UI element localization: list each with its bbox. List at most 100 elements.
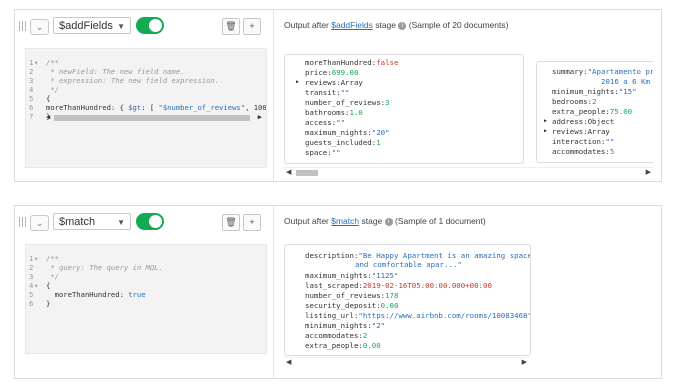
line-number: 2 — [29, 263, 34, 272]
stage-output-panel: Output after $addFields stage i (Sample … — [274, 10, 661, 181]
output-documents: description:"Be Happy Apartment is an am… — [284, 244, 653, 378]
code-string: "$number_of_reviews" — [158, 103, 246, 112]
line-number: 5 — [29, 290, 34, 299]
line-number: 3 — [29, 272, 34, 281]
fold-icon[interactable]: ▾ — [34, 58, 46, 67]
doc-field: extra_people:0.00 — [305, 341, 381, 350]
trash-icon: 🗑 — [225, 21, 237, 31]
delete-stage-button[interactable]: 🗑 — [222, 18, 240, 35]
output-header: Output after $addFields stage i (Sample … — [284, 20, 508, 30]
doc-field: bedrooms:2 — [552, 97, 597, 106]
output-header: Output after $match stage i (Sample of 1… — [284, 216, 486, 226]
expand-icon[interactable]: ▶ — [544, 128, 547, 134]
line-number: 3 — [29, 76, 34, 85]
doc-field-continued: and comfortable apar..." — [355, 260, 462, 269]
stage-header: ⌄ $addFields ▼ 🗑 + — [15, 10, 273, 40]
doc-field: extra_people:75.00 — [552, 107, 633, 116]
line-number: 6 — [29, 299, 34, 308]
stage-editor-panel: ⌄ $match ▼ 🗑 + 1 ▾/** 2 * query: The quer… — [15, 206, 274, 378]
stage-enabled-toggle[interactable] — [136, 213, 164, 230]
expand-icon[interactable]: ▶ — [296, 79, 299, 85]
doc-field[interactable]: ▶ address:Object — [544, 117, 614, 126]
scroll-left-icon[interactable]: ◀ — [286, 168, 291, 176]
doc-field: space:"" — [305, 148, 341, 157]
doc-field-continued: 2016 a 6 Km do — [601, 77, 653, 86]
scroll-left-icon[interactable]: ◀ — [46, 113, 50, 121]
code-text: moreThanHundred: { $gt: [ "$number_of_re… — [46, 103, 267, 112]
doc-field: accommodates:2 — [305, 331, 368, 340]
doc-field: minimum_nights:"2" — [305, 321, 386, 330]
scrollbar-thumb[interactable] — [54, 115, 250, 121]
scroll-right-icon[interactable]: ▶ — [646, 168, 651, 176]
toggle-knob — [149, 19, 162, 32]
scroll-right-icon[interactable]: ▶ — [522, 358, 527, 366]
line-number: 2 — [29, 67, 34, 76]
code-text: { — [46, 281, 51, 290]
fold-icon[interactable]: ▾ — [34, 254, 46, 263]
doc-field: number_of_reviews:178 — [305, 291, 399, 300]
add-stage-button[interactable]: + — [243, 18, 261, 35]
toggle-knob — [149, 215, 162, 228]
output-header-prefix: Output after — [284, 216, 332, 226]
doc-field: access:"" — [305, 118, 346, 127]
doc-field[interactable]: ▶ reviews:Array — [544, 127, 610, 136]
line-number: 5 — [29, 94, 34, 103]
code-editor[interactable]: 1 ▾/** 2 * query: The query in MQL. 3 */ … — [25, 244, 267, 354]
output-horizontal-scrollbar[interactable]: ◀ ▶ — [284, 357, 529, 368]
code-key: moreThanHundred: { — [46, 103, 129, 112]
doc-field: minimum_nights:"15" — [552, 87, 637, 96]
stage-operator-label: $match — [59, 216, 96, 228]
output-horizontal-scrollbar[interactable]: ◀ ▶ — [284, 167, 653, 178]
doc-field: listing_url:"https://www.airbnb.com/room… — [305, 311, 531, 320]
code-punct: : [ — [141, 103, 159, 112]
trash-icon: 🗑 — [225, 217, 237, 227]
document-card: description:"Be Happy Apartment is an am… — [284, 244, 531, 356]
doc-field: moreThanHundred:false — [305, 58, 399, 67]
stage-operator-select[interactable]: $addFields ▼ — [53, 17, 131, 34]
code-comment: */ — [46, 272, 59, 281]
code-operator: $gt — [128, 103, 142, 112]
output-header-middle: stage — [359, 216, 385, 226]
doc-field: last_scraped:2019-02-16T05:00:00.000+00:… — [305, 281, 492, 290]
code-text: } — [46, 299, 51, 308]
doc-field: price:699.00 — [305, 68, 359, 77]
drag-handle-icon[interactable] — [19, 21, 27, 31]
line-number: 6 — [29, 103, 34, 112]
scrollbar-thumb[interactable] — [296, 170, 318, 176]
doc-field: maximum_nights:"20" — [305, 128, 390, 137]
sample-count: (Sample of 1 document) — [392, 216, 486, 226]
chevron-down-icon[interactable]: ⌄ — [30, 19, 49, 35]
code-text: { — [46, 94, 51, 103]
line-number: 7 — [29, 112, 34, 121]
add-stage-button[interactable]: + — [243, 214, 261, 231]
document-card: summary:"Apartamento pr 2016 a 6 Km do m… — [536, 61, 653, 163]
dropdown-caret-icon: ▼ — [117, 218, 125, 227]
delete-stage-button[interactable]: 🗑 — [222, 214, 240, 231]
dropdown-caret-icon: ▼ — [117, 22, 125, 31]
drag-handle-icon[interactable] — [19, 217, 27, 227]
chevron-down-icon[interactable]: ⌄ — [30, 215, 49, 231]
stage-operator-label: $addFields — [59, 20, 113, 32]
output-documents: moreThanHundred:false price:699.00 ▶ revi… — [284, 54, 653, 181]
stage-output-panel: Output after $match stage i (Sample of 1… — [274, 206, 661, 378]
scroll-left-icon[interactable]: ◀ — [286, 358, 291, 366]
editor-horizontal-scrollbar[interactable]: ◀ ▶ — [46, 113, 262, 122]
code-punct: , 100 ] — [245, 103, 267, 112]
sample-count: (Sample of 20 documents) — [406, 20, 509, 30]
stage-enabled-toggle[interactable] — [136, 17, 164, 34]
doc-field: transit:"" — [305, 88, 350, 97]
scroll-right-icon[interactable]: ▶ — [258, 113, 262, 121]
info-icon[interactable]: i — [384, 217, 393, 226]
stage-editor-panel: ⌄ $addFields ▼ 🗑 + 1 ▾/** 2 * newField: T… — [15, 10, 274, 181]
expand-icon[interactable]: ▶ — [544, 118, 547, 124]
doc-field: number_of_reviews:3 — [305, 98, 390, 107]
stage-docs-link[interactable]: $addFields — [331, 20, 373, 30]
stage-operator-select[interactable]: $match ▼ — [53, 213, 131, 230]
pipeline-stage-match: ⌄ $match ▼ 🗑 + 1 ▾/** 2 * query: The quer… — [14, 205, 662, 379]
fold-icon[interactable]: ▾ — [34, 281, 46, 290]
code-comment: /** — [46, 58, 59, 67]
code-editor[interactable]: 1 ▾/** 2 * newField: The new field name. … — [25, 48, 267, 168]
doc-field[interactable]: ▶ reviews:Array — [296, 78, 363, 87]
stage-docs-link[interactable]: $match — [331, 216, 359, 226]
code-comment: * expression: The new field expression. — [46, 76, 220, 85]
